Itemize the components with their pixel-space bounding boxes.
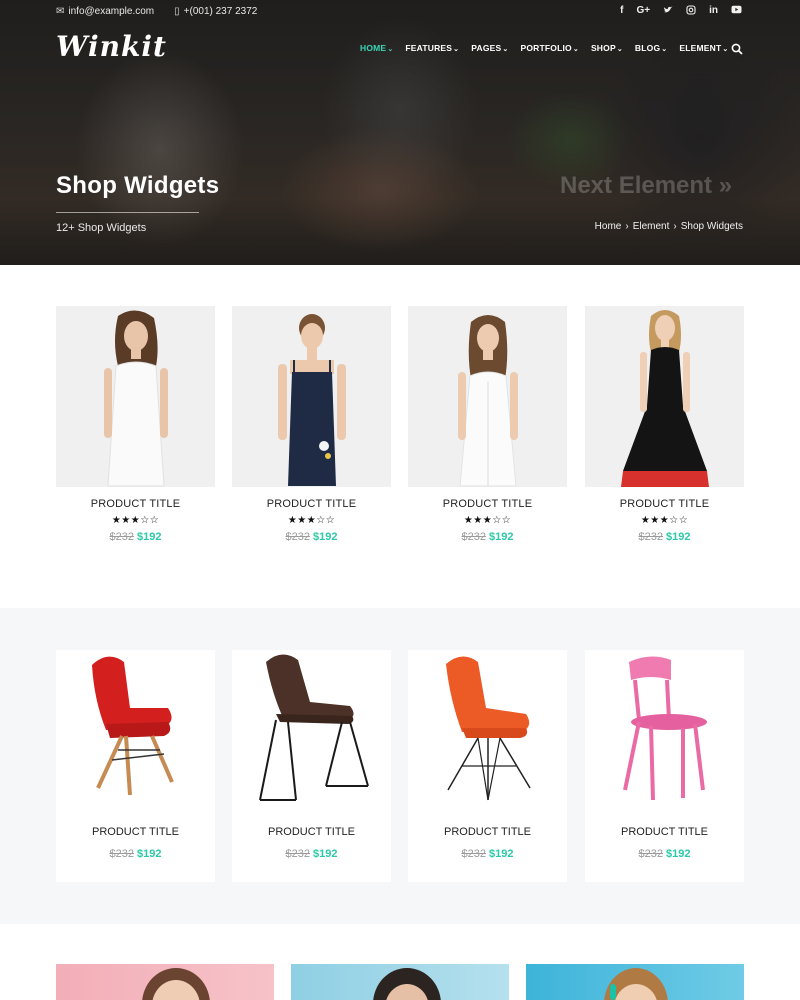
- chevron-down-icon: ⌄: [616, 46, 623, 53]
- facebook-icon[interactable]: f: [620, 5, 623, 18]
- product-price: $232 $192: [461, 848, 514, 860]
- product-image[interactable]: [56, 306, 215, 487]
- main-nav: HOME⌄ FEATURES⌄ PAGES⌄ PORTFOLIO⌄ SHOP⌄ …: [360, 43, 728, 53]
- product-card[interactable]: PRODUCT TITLE $232 $192: [585, 650, 744, 882]
- product-price: $232 $192: [638, 531, 691, 543]
- product-title[interactable]: PRODUCT TITLE: [56, 826, 215, 838]
- product-title[interactable]: PRODUCT TITLE: [585, 498, 744, 510]
- product-price: $232 $192: [109, 531, 162, 543]
- nav-element[interactable]: ELEMENT⌄: [679, 43, 728, 53]
- furniture-products-section: PRODUCT TITLE $232 $192 PRODUCT TITLE $23…: [0, 608, 800, 924]
- product-price: $232 $192: [109, 848, 162, 860]
- product-image[interactable]: [585, 650, 744, 810]
- product-card[interactable]: PRODUCT TITLE ★★★☆☆ $232 $192: [585, 306, 744, 543]
- product-card[interactable]: PRODUCT TITLE $232 $192: [56, 650, 215, 882]
- product-image[interactable]: [408, 650, 567, 810]
- topbar-contact: ✉ info@example.com ▯ +(001) 237 2372: [56, 6, 257, 17]
- twitter-icon[interactable]: [663, 5, 673, 18]
- product-title[interactable]: PRODUCT TITLE: [232, 826, 391, 838]
- product-title[interactable]: PRODUCT TITLE: [408, 498, 567, 510]
- youtube-icon[interactable]: [731, 5, 742, 18]
- product-price: $232 $192: [285, 531, 338, 543]
- search-icon[interactable]: [731, 42, 743, 55]
- product-image[interactable]: [408, 306, 567, 487]
- nav-home[interactable]: HOME⌄: [360, 43, 393, 53]
- product-title[interactable]: PRODUCT TITLE: [585, 826, 744, 838]
- nav-pages[interactable]: PAGES⌄: [471, 43, 508, 53]
- site-logo[interactable]: Winkit: [56, 30, 167, 63]
- product-image[interactable]: [585, 306, 744, 487]
- product-price: $232 $192: [285, 848, 338, 860]
- rating-stars: ★★★☆☆: [640, 515, 689, 526]
- product-price: $232 $192: [638, 848, 691, 860]
- page-subtitle: 12+ Shop Widgets: [56, 222, 147, 234]
- promo-banner[interactable]: [526, 964, 744, 1000]
- nav-blog[interactable]: BLOG⌄: [635, 43, 667, 53]
- social-links: f G+ in: [620, 5, 742, 18]
- product-card[interactable]: PRODUCT TITLE $232 $192: [408, 650, 567, 882]
- product-card[interactable]: PRODUCT TITLE ★★★☆☆ $232 $192: [232, 306, 391, 543]
- linkedin-icon[interactable]: in: [709, 5, 718, 18]
- rating-stars: ★★★☆☆: [287, 515, 336, 526]
- product-card[interactable]: PRODUCT TITLE ★★★☆☆ $232 $192: [56, 306, 215, 543]
- envelope-icon: ✉: [56, 6, 65, 17]
- next-element-link[interactable]: Next Element »: [560, 172, 732, 200]
- nav-shop[interactable]: SHOP⌄: [591, 43, 623, 53]
- rating-stars: ★★★☆☆: [111, 515, 160, 526]
- product-title[interactable]: PRODUCT TITLE: [232, 498, 391, 510]
- chevron-right-icon: ›: [625, 221, 629, 232]
- fashion-products-section: PRODUCT TITLE ★★★☆☆ $232 $192 PRODUCT TIT…: [0, 265, 800, 608]
- google-plus-icon[interactable]: G+: [636, 5, 650, 18]
- chevron-down-icon: ⌄: [502, 46, 509, 53]
- chevron-down-icon: ⌄: [387, 46, 394, 53]
- product-card[interactable]: PRODUCT TITLE ★★★☆☆ $232 $192: [408, 306, 567, 543]
- title-divider: [56, 212, 199, 213]
- rating-stars: ★★★☆☆: [463, 515, 512, 526]
- phone-icon: ▯: [174, 6, 180, 17]
- breadcrumb: Home › Element › Shop Widgets: [595, 221, 743, 232]
- breadcrumb-element[interactable]: Element: [633, 221, 670, 232]
- breadcrumb-current: Shop Widgets: [680, 221, 743, 232]
- hero-banner: ✉ info@example.com ▯ +(001) 237 2372 f G…: [0, 0, 800, 265]
- page-title: Shop Widgets: [56, 172, 220, 199]
- product-image[interactable]: [232, 306, 391, 487]
- chevron-down-icon: ⌄: [453, 46, 460, 53]
- chevron-right-icon: ›: [673, 221, 677, 232]
- topbar-phone[interactable]: +(001) 237 2372: [184, 6, 258, 17]
- chevron-down-icon: ⌄: [661, 46, 668, 53]
- product-image[interactable]: [232, 650, 391, 810]
- topbar-email[interactable]: info@example.com: [68, 6, 154, 17]
- product-title[interactable]: PRODUCT TITLE: [56, 498, 215, 510]
- product-card[interactable]: PRODUCT TITLE $232 $192: [232, 650, 391, 882]
- product-price: $232 $192: [461, 531, 514, 543]
- breadcrumb-home[interactable]: Home: [595, 221, 622, 232]
- promo-banner[interactable]: [56, 964, 274, 1000]
- promo-banner[interactable]: [291, 964, 509, 1000]
- chevron-down-icon: ⌄: [722, 46, 729, 53]
- product-title[interactable]: PRODUCT TITLE: [408, 826, 567, 838]
- nav-portfolio[interactable]: PORTFOLIO⌄: [520, 43, 578, 53]
- product-image[interactable]: [56, 650, 215, 810]
- nav-features[interactable]: FEATURES⌄: [405, 43, 459, 53]
- instagram-icon[interactable]: [686, 5, 696, 18]
- chevron-down-icon: ⌄: [572, 46, 579, 53]
